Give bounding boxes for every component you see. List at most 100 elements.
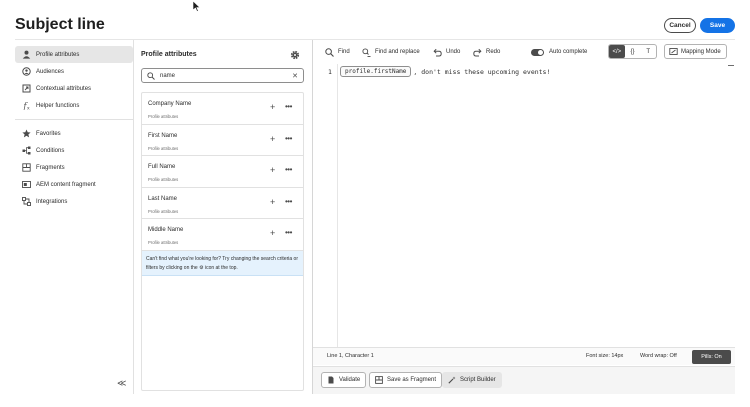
nav-item-label: Conditions [36,147,65,154]
context-icon [22,84,31,93]
result-name: Company Name [148,101,192,107]
nav-item-aem-content-fragment[interactable]: AEM content fragment [15,176,133,193]
gear-icon[interactable] [290,50,300,60]
fragment-icon [375,376,383,384]
hint-text-end: icon at the top. [204,264,238,271]
line-number: 1 [328,68,332,76]
find-replace-icon [362,47,371,57]
undo-icon [433,48,442,57]
list-item[interactable]: Middle Name Profile attributes + ••• [142,219,303,251]
find-replace-button[interactable]: Find and replace [362,47,420,57]
nav-divider [15,119,133,120]
result-name: First Name [148,132,178,139]
toggle-switch[interactable] [531,48,544,56]
word-wrap-setting[interactable]: Word wrap: Off [640,353,677,359]
code-line[interactable]: profile.firstName , don't miss these upc… [340,66,550,77]
undo-button[interactable]: Undo [433,47,460,57]
editor-toolbar: Find Find and replace Undo Redo Auto com… [313,40,735,64]
nav-divider-vertical [133,40,134,394]
pills-toggle[interactable]: Pills: On [692,350,731,364]
text-mode-icon[interactable]: T [640,45,656,58]
add-icon[interactable]: + [270,165,275,175]
code-text: , don't miss these upcoming events! [413,67,551,76]
list-item[interactable]: First Name Profile attributes + ••• [142,125,303,156]
find-button[interactable]: Find [325,47,350,57]
find-label: Find [338,49,350,55]
result-source: Profile attributes [148,114,179,119]
star-icon [22,129,31,138]
list-item[interactable]: Last Name Profile attributes + ••• [142,188,303,219]
svg-text:x: x [27,107,30,111]
save-button[interactable]: Save [700,18,735,33]
nav-item-integrations[interactable]: Integrations [15,193,133,210]
integration-icon [22,197,31,206]
result-source: Profile attributes [148,177,179,182]
personalization-pill[interactable]: profile.firstName [340,66,412,77]
find-replace-label: Find and replace [375,49,420,55]
code-mode-icon[interactable]: </> [609,45,625,58]
save-as-fragment-label: Save as Fragment [387,377,437,383]
left-nav: Profile attributes Audiences Contextual … [15,46,133,210]
nav-item-label: Audiences [36,68,65,75]
more-icon[interactable]: ••• [285,102,292,111]
font-size-setting[interactable]: Font size: 14px [586,353,623,359]
redo-icon [473,48,482,57]
collapse-rail-icon[interactable]: ≪ [117,378,126,389]
nav-item-audiences[interactable]: Audiences [15,63,133,80]
result-name: Full Name [148,164,176,170]
more-icon[interactable]: ••• [285,197,292,206]
nav-item-label: Integrations [36,198,68,205]
fragment-icon [22,163,31,172]
result-name: Middle Name [148,227,184,233]
add-icon[interactable]: + [270,197,275,207]
editor-mode-segmented: </> {} T [608,44,657,59]
scrollbar-thumb[interactable] [728,65,734,66]
more-icon[interactable]: ••• [285,228,292,237]
nav-item-conditions[interactable]: Conditions [15,142,133,159]
nav-item-fragments[interactable]: Fragments [15,159,133,176]
list-item[interactable]: Full Name Profile attributes + ••• [142,156,303,188]
auto-complete-toggle[interactable]: Auto complete [531,47,587,57]
save-as-fragment-button[interactable]: Save as Fragment [369,372,443,388]
nav-item-contextual-attributes[interactable]: Contextual attributes [15,80,133,97]
nav-item-label: Helper functions [36,102,80,109]
mouse-pointer-icon [193,1,201,12]
clear-search-icon[interactable]: ✕ [292,72,298,80]
json-mode-icon[interactable]: {} [625,45,641,58]
auto-complete-label: Auto complete [549,49,588,55]
search-input[interactable] [160,72,280,79]
undo-label: Undo [446,49,461,55]
result-name: Last Name [148,195,178,202]
mapping-mode-label: Mapping Mode [681,48,721,55]
script-builder-button[interactable]: Script Builder [442,372,502,388]
cursor-position: Line 1, Character 1 [327,353,374,359]
aem-icon [22,180,31,189]
search-icon [147,71,155,80]
add-icon[interactable]: + [270,102,275,112]
cancel-button[interactable]: Cancel [664,18,696,33]
redo-button[interactable]: Redo [473,47,500,57]
code-editor[interactable]: 1 profile.firstName , don't miss these u… [313,64,735,347]
validate-button[interactable]: Validate [321,372,367,388]
add-icon[interactable]: + [270,228,275,238]
more-icon[interactable]: ••• [285,134,292,143]
nav-item-label: Contextual attributes [36,85,92,92]
add-icon[interactable]: + [270,134,275,144]
search-hint: Can't find what you're looking for? Try … [142,250,303,276]
list-item[interactable]: Company Name Profile attributes + ••• [142,93,303,125]
result-source: Profile attributes [148,240,179,245]
nav-item-helper-functions[interactable]: fx Helper functions [15,97,133,114]
search-field: ✕ [141,68,304,83]
magic-wand-icon [448,376,456,384]
header-bar: Subject line Cancel Save [0,0,750,40]
nav-item-favorites[interactable]: Favorites [15,125,133,142]
nav-item-label: AEM content fragment [36,181,96,188]
nav-item-label: Favorites [36,130,61,137]
result-source: Profile attributes [148,145,179,151]
person-icon [22,50,31,59]
more-icon[interactable]: ••• [285,165,292,174]
search-icon [325,47,334,57]
nav-item-label: Fragments [36,164,65,171]
nav-item-profile-attributes[interactable]: Profile attributes [15,46,133,63]
mapping-mode-button[interactable]: Mapping Mode [664,44,727,59]
